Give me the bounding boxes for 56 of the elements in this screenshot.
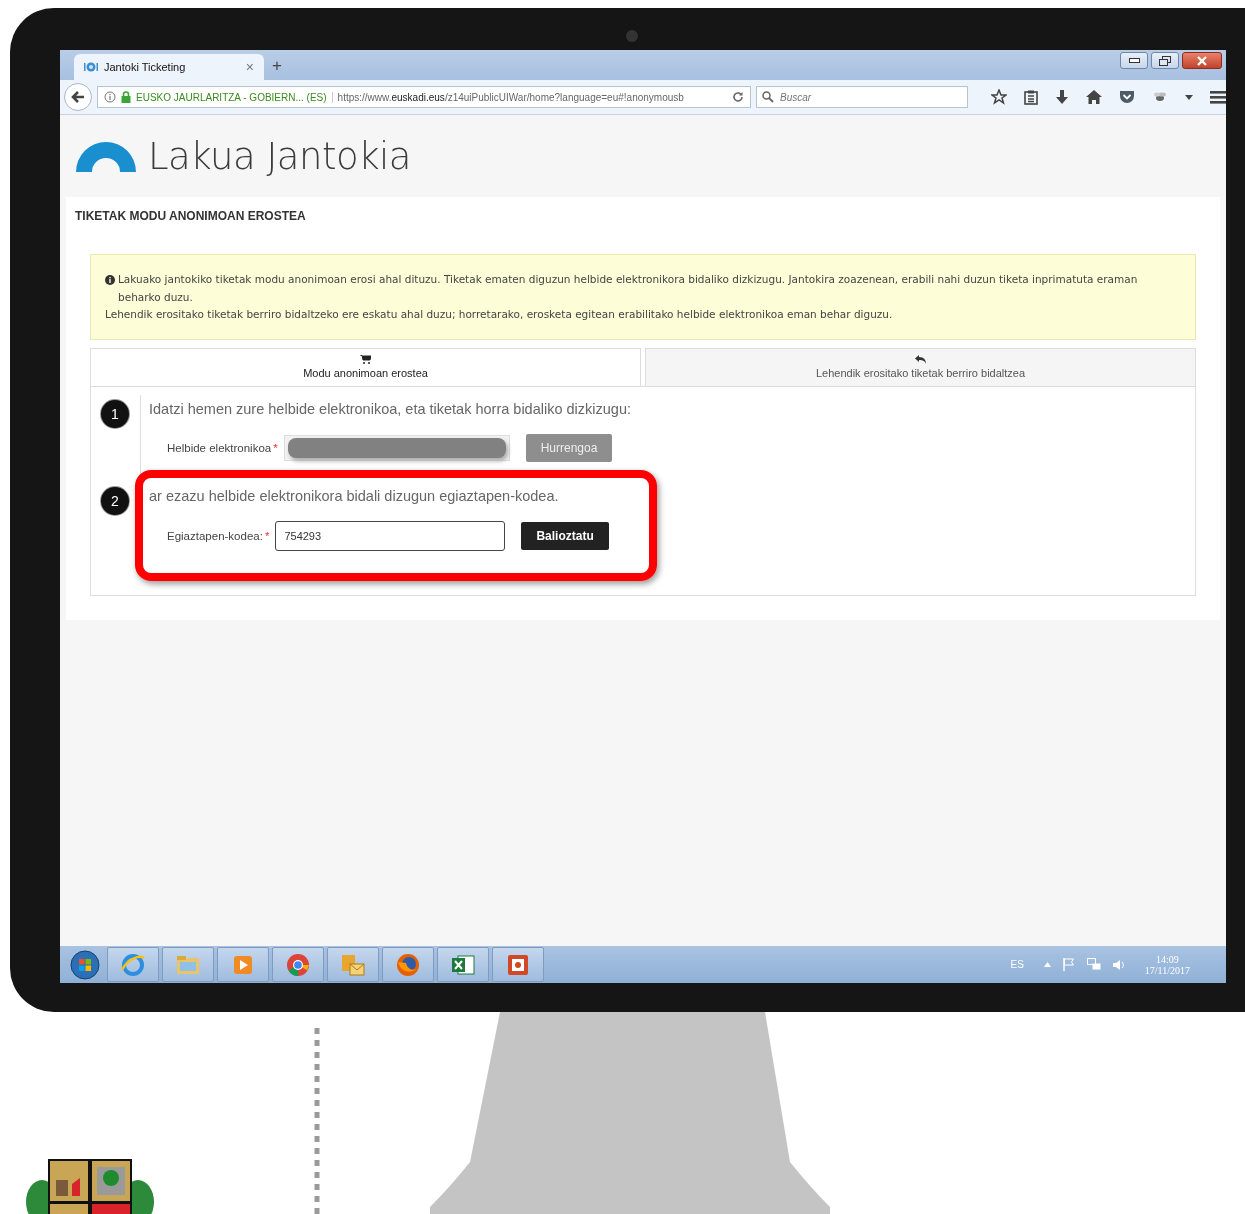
plate-icon	[84, 61, 98, 73]
ring-icon	[120, 951, 146, 978]
minimize-button[interactable]	[1120, 52, 1148, 69]
code-field[interactable]: 754293	[275, 520, 506, 551]
alert-text: Lakuako jantokiko tiketak modu anonimoan erosi ahal dituzu. Tiketak ematen diguzun helbide elektronikora bidaliko dizkizugu. Jantokira zoazenean, erabili nahi duzun tiketa inprimatuta eraman beharko duzu.	[118, 272, 1139, 305]
validate-button[interactable]: Balioztatu	[521, 521, 609, 550]
globe-icon	[395, 951, 421, 978]
arc-logo-icon	[76, 140, 136, 172]
taskbar-button[interactable]	[382, 947, 434, 982]
circle-icon	[285, 951, 311, 978]
taskbar-button[interactable]	[272, 947, 324, 982]
search-icon	[762, 91, 774, 103]
download-icon[interactable]	[1055, 89, 1069, 105]
search-field[interactable]: Buscar	[756, 86, 968, 108]
restore-button[interactable]	[1151, 52, 1179, 69]
tab-close-button[interactable]: ×	[245, 59, 254, 75]
page-tab[interactable]: Modu anonimoan erostea	[90, 347, 641, 386]
alert-text: Lehendik erositako tiketak berriro bidaltzeko ere eskatu ahal duzu; horretarako, erosketa egitean erabilitako helbide elektronikoa eman behar diguzu.	[105, 307, 893, 322]
home-icon[interactable]	[1086, 90, 1102, 104]
lock-icon	[121, 91, 131, 103]
info-icon	[104, 91, 116, 103]
step-instruction: Idatzi hemen zure helbide elektronikoa, eta tiketak horra bidaliko dizkizugu:	[149, 400, 631, 417]
new-tab-button[interactable]: +	[272, 56, 282, 76]
field-label: Helbide elektronikoa	[167, 441, 272, 454]
close-icon	[1197, 55, 1207, 66]
step-number: 1	[101, 399, 129, 428]
taskbar-button[interactable]	[492, 947, 544, 982]
back-button[interactable]	[64, 83, 92, 111]
coat-of-arms-icon	[26, 1159, 154, 1214]
clipboard-icon[interactable]	[1024, 89, 1038, 105]
info-icon	[105, 275, 115, 285]
section-heading: TIKETAK MODU ANONIMOAN EROSTEA	[75, 209, 307, 223]
step-number: 2	[101, 486, 129, 515]
required-mark: *	[273, 441, 278, 454]
site-title: Lakua Jantokia	[148, 134, 412, 178]
reply-icon	[914, 355, 927, 364]
camera-icon	[626, 30, 638, 42]
close-button[interactable]	[1182, 52, 1222, 69]
required-mark: *	[264, 529, 270, 542]
reload-icon[interactable]	[732, 91, 744, 103]
step-instruction: ar ezazu helbide elektronikora bidali dizugun egiaztapen-kodea.	[149, 487, 560, 504]
arrow-icon	[71, 90, 85, 104]
pocket-icon[interactable]	[1119, 90, 1135, 104]
caret-icon[interactable]	[1185, 94, 1193, 100]
tab-title: Jantoki Ticketing	[104, 61, 186, 73]
page-tab[interactable]: Lehendik erositako tiketak berriro bidaltzea	[645, 347, 1196, 386]
cart-icon	[360, 355, 371, 364]
field-label: Egiaztapen-kodea:	[167, 529, 263, 542]
menu-icon[interactable]	[1210, 90, 1226, 104]
taskbar-button[interactable]	[437, 947, 489, 982]
browser-tab[interactable]: Jantoki Ticketing ×	[74, 54, 264, 80]
redacted-field[interactable]	[283, 434, 510, 461]
site-identity: EUSKO JAURLARITZA - GOBIERN... (ES)	[136, 91, 333, 103]
address-field[interactable]: EUSKO JAURLARITZA - GOBIERN... (ES) https://www.euskadi.eus/z14uiPublicUIWar/home?language=eu#!anonymousb	[97, 86, 751, 108]
star-icon[interactable]	[991, 89, 1007, 105]
url-text: https://www.euskadi.eus/z14uiPublicUIWar/home?language=eu#!anonymousb	[337, 91, 685, 103]
